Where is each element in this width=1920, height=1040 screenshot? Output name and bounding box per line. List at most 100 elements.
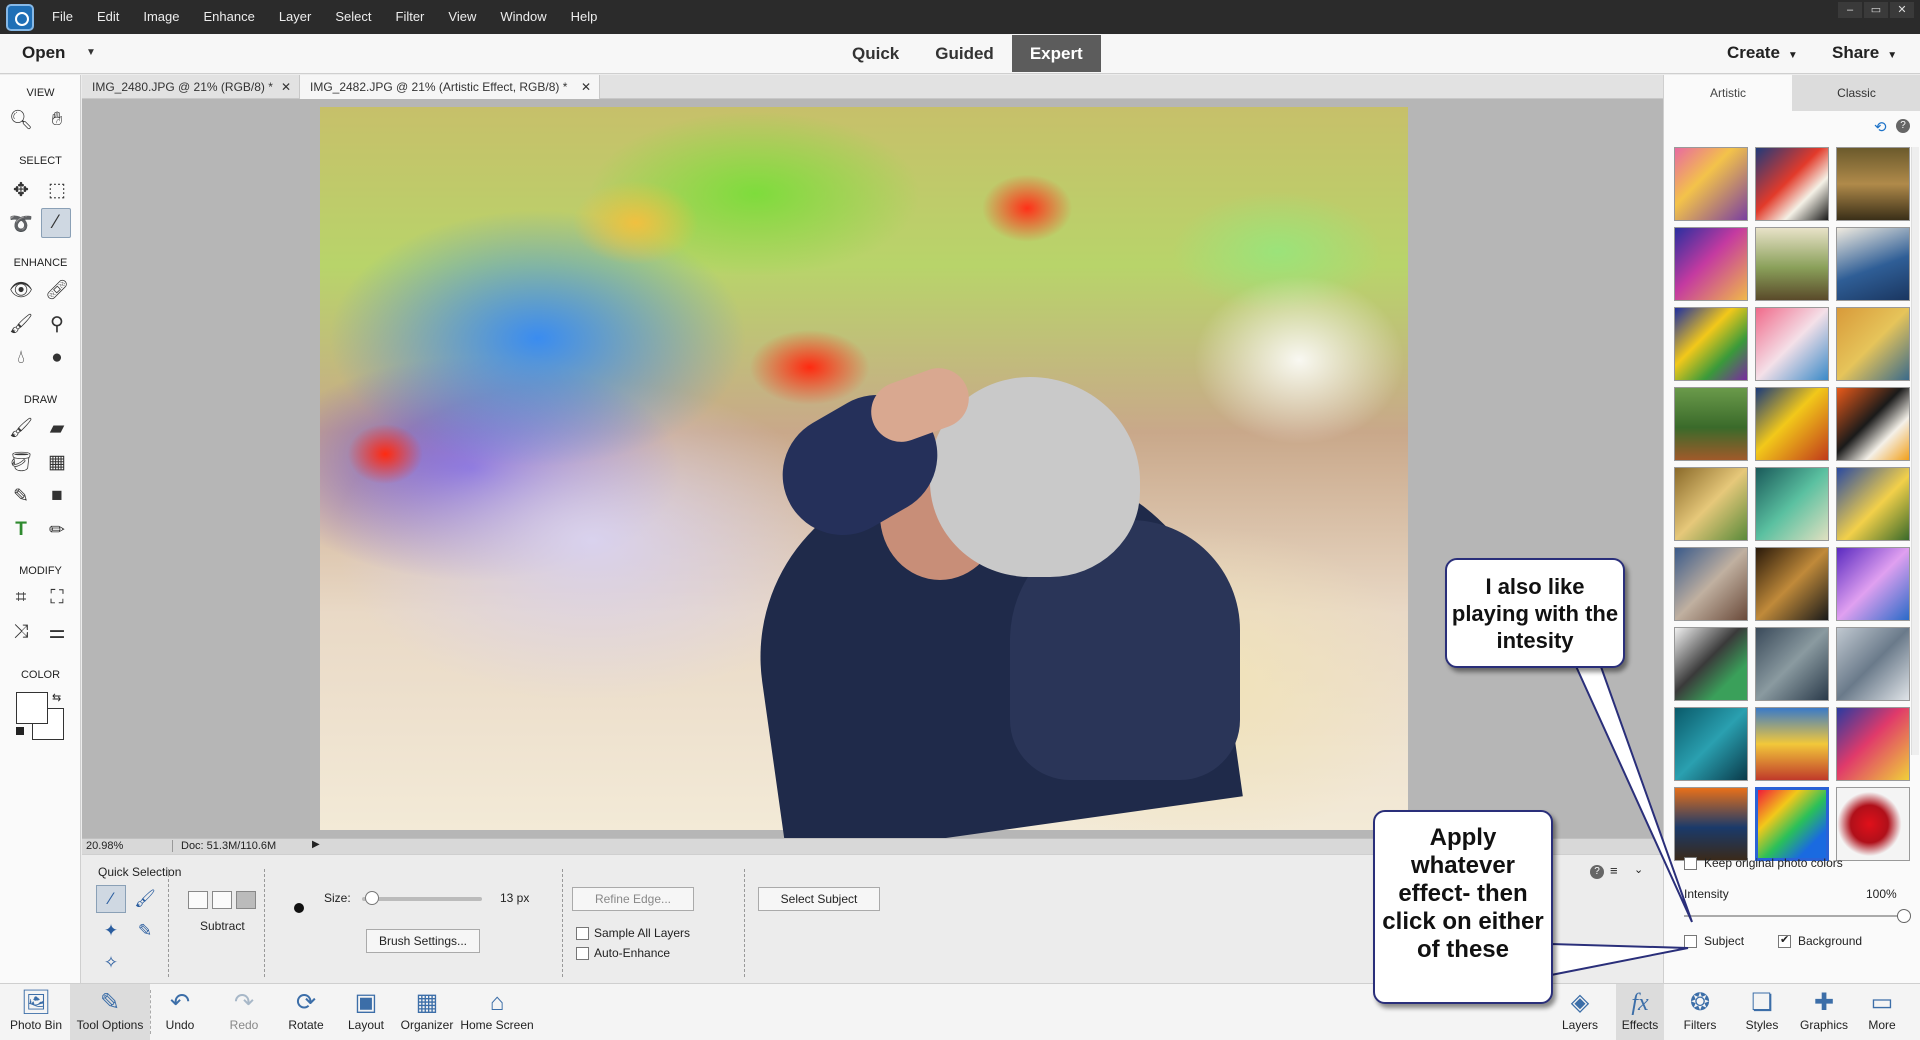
open-button[interactable]: Open bbox=[22, 43, 65, 63]
gradient-tool-icon[interactable]: ▦ bbox=[42, 447, 72, 477]
doc-tab-1[interactable]: IMG_2480.JPG @ 21% (RGB/8) * ✕ bbox=[82, 75, 300, 99]
content-aware-move-icon[interactable]: ⤨ bbox=[6, 617, 36, 647]
effect-thumbnail[interactable] bbox=[1836, 627, 1910, 701]
undo-button[interactable]: ↶ Undo bbox=[158, 984, 202, 1040]
reset-effect-icon[interactable]: ⟲ bbox=[1874, 118, 1887, 136]
effect-thumbnail[interactable] bbox=[1836, 387, 1910, 461]
styles-button[interactable]: ❏ Styles bbox=[1738, 984, 1786, 1040]
refine-edge-button[interactable]: Refine Edge... bbox=[572, 887, 694, 911]
keep-colors-checkbox[interactable] bbox=[1684, 857, 1697, 870]
background-checkbox[interactable] bbox=[1778, 933, 1791, 948]
crop-tool-icon[interactable]: ⌗ bbox=[6, 583, 36, 613]
effect-thumbnail[interactable] bbox=[1755, 627, 1829, 701]
brush-settings-button[interactable]: Brush Settings... bbox=[366, 929, 480, 953]
eraser-tool-icon[interactable]: ▰ bbox=[42, 413, 72, 443]
effect-thumbnail[interactable] bbox=[1836, 467, 1910, 541]
auto-enhance-checkbox[interactable] bbox=[576, 947, 589, 960]
tab-artistic[interactable]: Artistic bbox=[1664, 75, 1792, 111]
pencil-tool-icon[interactable]: ✏︎ bbox=[42, 515, 72, 545]
magic-wand-icon[interactable]: ✦ bbox=[96, 917, 126, 945]
smart-brush-icon[interactable]: 🖌︎ bbox=[6, 309, 36, 339]
close-icon[interactable]: ✕ bbox=[281, 75, 291, 99]
add-selection-mode-icon[interactable] bbox=[212, 891, 232, 909]
help-icon[interactable]: ? bbox=[1896, 119, 1910, 133]
effects-scrollbar[interactable] bbox=[1911, 147, 1919, 755]
quick-selection-icon[interactable]: ⁄ bbox=[96, 885, 126, 913]
menu-layer[interactable]: Layer bbox=[267, 0, 324, 34]
close-icon[interactable]: ✕ bbox=[581, 75, 591, 99]
intensity-slider-handle[interactable] bbox=[1897, 909, 1911, 923]
effect-thumbnail[interactable] bbox=[1674, 387, 1748, 461]
minimize-button[interactable]: – bbox=[1838, 2, 1862, 18]
menu-window[interactable]: Window bbox=[488, 0, 558, 34]
create-button[interactable]: Create ▼ bbox=[1727, 43, 1798, 63]
effect-thumbnail[interactable] bbox=[1674, 147, 1748, 221]
layers-button[interactable]: ◈ Layers bbox=[1556, 984, 1604, 1040]
graphics-button[interactable]: ✚ Graphics bbox=[1796, 984, 1852, 1040]
effect-thumbnail[interactable] bbox=[1836, 307, 1910, 381]
effect-thumbnail[interactable] bbox=[1755, 387, 1829, 461]
effect-thumbnail[interactable] bbox=[1755, 227, 1829, 301]
marquee-tool-icon[interactable]: ⬚ bbox=[42, 175, 72, 205]
quick-selection-tool-icon[interactable]: ⁄ bbox=[41, 208, 71, 238]
tab-classic[interactable]: Classic bbox=[1792, 75, 1920, 111]
menu-select[interactable]: Select bbox=[323, 0, 383, 34]
mode-expert[interactable]: Expert bbox=[1011, 35, 1101, 72]
menu-file[interactable]: File bbox=[40, 0, 85, 34]
rotate-button[interactable]: ⟳ Rotate bbox=[280, 984, 332, 1040]
clone-stamp-icon[interactable]: ⚲ bbox=[42, 309, 72, 339]
foreground-color-swatch[interactable] bbox=[16, 692, 48, 724]
subject-checkbox[interactable] bbox=[1684, 935, 1697, 948]
type-tool-icon[interactable]: T bbox=[6, 515, 36, 545]
effect-thumbnail[interactable] bbox=[1836, 547, 1910, 621]
shape-tool-icon[interactable]: ■ bbox=[42, 481, 72, 511]
straighten-tool-icon[interactable]: ⚌ bbox=[42, 617, 72, 647]
sample-all-layers-checkbox[interactable] bbox=[576, 927, 589, 940]
lasso-tool-icon[interactable]: ➰ bbox=[6, 209, 36, 239]
menu-enhance[interactable]: Enhance bbox=[192, 0, 267, 34]
tool-options-button[interactable]: ✎ Tool Options bbox=[70, 984, 150, 1040]
size-value[interactable]: 13 px bbox=[500, 891, 529, 905]
open-dropdown-icon[interactable]: ▼ bbox=[86, 47, 96, 58]
recompose-tool-icon[interactable]: ⛶ bbox=[42, 583, 72, 613]
size-slider-handle[interactable] bbox=[365, 891, 379, 905]
effect-thumbnail-selected[interactable] bbox=[1755, 787, 1829, 861]
eyedropper-icon[interactable]: ✎ bbox=[6, 481, 36, 511]
refine-brush-icon[interactable]: ✎ bbox=[130, 917, 160, 945]
select-subject-button[interactable]: Select Subject bbox=[758, 887, 880, 911]
effects-button[interactable]: fx Effects bbox=[1616, 984, 1664, 1040]
effect-thumbnail[interactable] bbox=[1674, 227, 1748, 301]
redo-button[interactable]: ↷ Redo bbox=[222, 984, 266, 1040]
sponge-tool-icon[interactable]: ● bbox=[42, 343, 72, 373]
close-button[interactable]: ✕ bbox=[1890, 2, 1914, 18]
collapse-chevron-icon[interactable]: ⌄ bbox=[1634, 863, 1643, 876]
red-eye-tool-icon[interactable]: 👁︎ bbox=[6, 275, 36, 305]
effect-thumbnail[interactable] bbox=[1836, 787, 1910, 861]
home-screen-button[interactable]: ⌂ Home Screen bbox=[458, 984, 536, 1040]
effect-thumbnail[interactable] bbox=[1674, 307, 1748, 381]
effect-thumbnail[interactable] bbox=[1836, 707, 1910, 781]
subtract-selection-mode-icon[interactable] bbox=[236, 891, 256, 909]
zoom-level[interactable]: 20.98% bbox=[86, 840, 123, 852]
photo-bin-button[interactable]: 🖼︎ Photo Bin bbox=[4, 984, 68, 1040]
menu-image[interactable]: Image bbox=[131, 0, 191, 34]
move-tool-icon[interactable]: ✥ bbox=[6, 175, 36, 205]
intensity-slider[interactable] bbox=[1684, 915, 1904, 917]
filters-button[interactable]: ❂ Filters bbox=[1676, 984, 1724, 1040]
effect-thumbnail[interactable] bbox=[1755, 467, 1829, 541]
menu-help[interactable]: Help bbox=[559, 0, 610, 34]
organizer-button[interactable]: ▦ Organizer bbox=[398, 984, 456, 1040]
default-colors-icon[interactable] bbox=[16, 727, 24, 735]
menu-edit[interactable]: Edit bbox=[85, 0, 131, 34]
effect-thumbnail[interactable] bbox=[1674, 467, 1748, 541]
new-selection-mode-icon[interactable] bbox=[188, 891, 208, 909]
brush-preview-icon[interactable] bbox=[294, 903, 304, 913]
effect-thumbnail[interactable] bbox=[1836, 227, 1910, 301]
effect-thumbnail[interactable] bbox=[1674, 547, 1748, 621]
swap-colors-icon[interactable]: ⇆ bbox=[52, 691, 61, 704]
doc-tab-2[interactable]: IMG_2482.JPG @ 21% (Artistic Effect, RGB… bbox=[300, 75, 600, 99]
size-slider[interactable] bbox=[362, 897, 482, 901]
share-button[interactable]: Share ▼ bbox=[1832, 43, 1897, 63]
effect-thumbnail[interactable] bbox=[1755, 547, 1829, 621]
blur-tool-icon[interactable]: 💧︎ bbox=[6, 343, 36, 373]
